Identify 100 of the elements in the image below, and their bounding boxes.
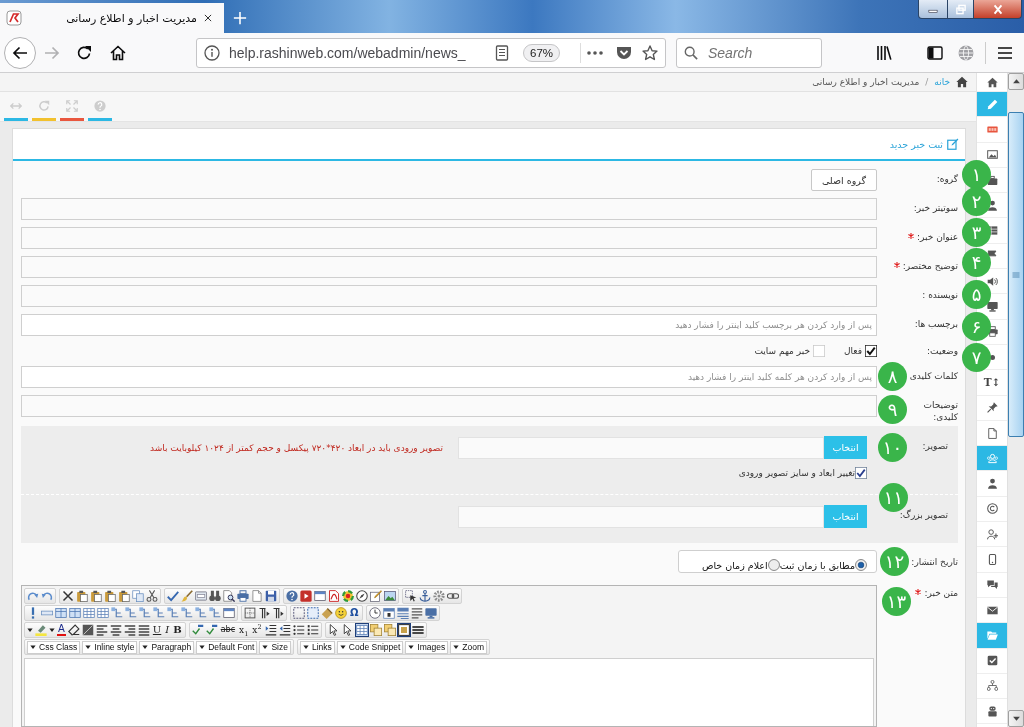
spell-icon[interactable]: [191, 624, 204, 636]
strikethrough-button[interactable]: abc: [219, 624, 237, 636]
input-field[interactable]: [21, 285, 877, 307]
text-size-glyph[interactable]: T↕: [983, 376, 1001, 389]
banner-icon[interactable]: [986, 123, 998, 135]
file-field[interactable]: [458, 505, 824, 528]
branch-icon[interactable]: [209, 607, 221, 619]
pin-icon[interactable]: [986, 402, 998, 414]
justify-icon[interactable]: [137, 624, 150, 636]
reload-icon[interactable]: [76, 44, 92, 61]
branch-icon[interactable]: [181, 607, 193, 619]
star-icon[interactable]: [642, 44, 658, 61]
color-wheel-icon[interactable]: [342, 590, 354, 602]
address-bar[interactable]: help.rashinweb.com/webadmin/news_ 67%: [196, 37, 666, 68]
branch-icon[interactable]: [111, 607, 123, 619]
gear-icon[interactable]: [433, 590, 445, 602]
picture-icon[interactable]: [384, 590, 396, 602]
caret-icon[interactable]: [27, 627, 33, 633]
undo-icon[interactable]: [41, 590, 53, 602]
framed-icon[interactable]: [397, 624, 410, 636]
check-square-icon[interactable]: [986, 655, 998, 667]
scrollbar-thumb[interactable]: [1008, 112, 1024, 437]
align-center-icon[interactable]: [109, 624, 122, 636]
toolbar-dropdown[interactable]: Links: [300, 640, 335, 654]
cursor-icon[interactable]: [341, 624, 354, 636]
dashed-frame-icon[interactable]: [307, 607, 319, 619]
home-icon[interactable]: [110, 44, 126, 61]
field-icon[interactable]: [41, 607, 53, 619]
window-icon[interactable]: [314, 590, 326, 602]
branch-icon[interactable]: [139, 607, 151, 619]
anchor-icon[interactable]: [419, 590, 431, 602]
toolbar-dropdown[interactable]: Size: [259, 640, 291, 654]
toolbar-dropdown[interactable]: Paragraph: [139, 640, 195, 654]
clipboard-icon[interactable]: [118, 590, 130, 602]
person-icon[interactable]: [986, 199, 998, 211]
sitemap-icon[interactable]: [986, 680, 998, 692]
person-icon[interactable]: [986, 478, 998, 490]
input-field[interactable]: [21, 198, 877, 220]
toolbar-dropdown[interactable]: Css Class: [27, 640, 81, 654]
layout-icon[interactable]: [396, 607, 409, 619]
align-right-icon[interactable]: [123, 624, 136, 636]
font-color-button[interactable]: A: [57, 624, 66, 636]
outdent-icon[interactable]: [278, 624, 291, 636]
tiles-icon[interactable]: [69, 607, 81, 619]
indent-icon[interactable]: [264, 624, 277, 636]
smiley-icon[interactable]: [335, 607, 347, 619]
plus-icon[interactable]: [233, 11, 247, 25]
file-field[interactable]: [458, 436, 824, 459]
compass-icon[interactable]: [356, 590, 368, 602]
window-icon[interactable]: [223, 607, 235, 619]
printer-icon[interactable]: [237, 590, 249, 602]
speaker-icon[interactable]: [986, 275, 998, 287]
document-icon[interactable]: [328, 590, 340, 602]
scissors-icon[interactable]: [146, 590, 158, 602]
calendar-icon[interactable]: [382, 607, 395, 619]
bold-button[interactable]: B: [172, 624, 183, 636]
toolbar-dropdown[interactable]: Inline style: [82, 640, 138, 654]
select-box-icon[interactable]: [405, 590, 417, 602]
branch-icon[interactable]: [153, 607, 165, 619]
italic-button[interactable]: I: [164, 624, 171, 636]
input-field[interactable]: [21, 256, 877, 278]
clock-icon[interactable]: [368, 607, 381, 619]
dot-icon[interactable]: [989, 354, 995, 360]
save-icon[interactable]: [265, 590, 277, 602]
browser-tab[interactable]: مدیریت اخبار و اطلاع رسانی: [0, 3, 224, 33]
cross-icon[interactable]: [62, 590, 74, 602]
numbers-icon[interactable]: [306, 624, 319, 636]
play-tile-icon[interactable]: [300, 590, 312, 602]
preview-icon[interactable]: [223, 590, 235, 602]
home-icon[interactable]: [956, 76, 968, 88]
rule-icon[interactable]: [411, 624, 424, 636]
restore-button[interactable]: [948, 0, 974, 19]
blank-page-icon[interactable]: [251, 590, 263, 602]
caret-icon[interactable]: [49, 627, 55, 633]
check-icon[interactable]: [167, 590, 179, 602]
brush-icon[interactable]: [181, 590, 193, 602]
binoculars-icon[interactable]: [209, 590, 221, 602]
search-field[interactable]: Search: [676, 37, 822, 68]
branch-icon[interactable]: [125, 607, 137, 619]
spell-icon[interactable]: [205, 624, 218, 636]
special-character-button[interactable]: Ω: [349, 607, 360, 619]
toolbar-dropdown[interactable]: Images: [405, 640, 449, 654]
menu-icon[interactable]: [997, 44, 1013, 61]
clipboard-icon[interactable]: [90, 590, 102, 602]
highlighter-icon[interactable]: [35, 624, 47, 636]
scroll-up-button[interactable]: [1008, 73, 1024, 90]
cursor-icon[interactable]: [327, 624, 340, 636]
group-button[interactable]: گروه اصلی: [810, 169, 877, 191]
pocket-icon[interactable]: [616, 44, 632, 61]
checkbox[interactable]: [855, 467, 867, 479]
reader-view-icon[interactable]: [494, 44, 510, 61]
input-field[interactable]: پس از وارد کردن هر کلمه کلید اینتر را فشار دهید: [21, 366, 877, 388]
chat-icon[interactable]: [986, 579, 998, 591]
clipboard-icon[interactable]: [104, 590, 116, 602]
toolbar-dropdown[interactable]: Zoom: [450, 640, 487, 654]
superscript-button[interactable]: x$^{2}$: [251, 624, 263, 636]
phone-icon[interactable]: [986, 554, 998, 565]
robot-icon[interactable]: [986, 705, 998, 717]
home-icon[interactable]: [986, 76, 998, 88]
edit-page-icon[interactable]: [370, 590, 382, 602]
